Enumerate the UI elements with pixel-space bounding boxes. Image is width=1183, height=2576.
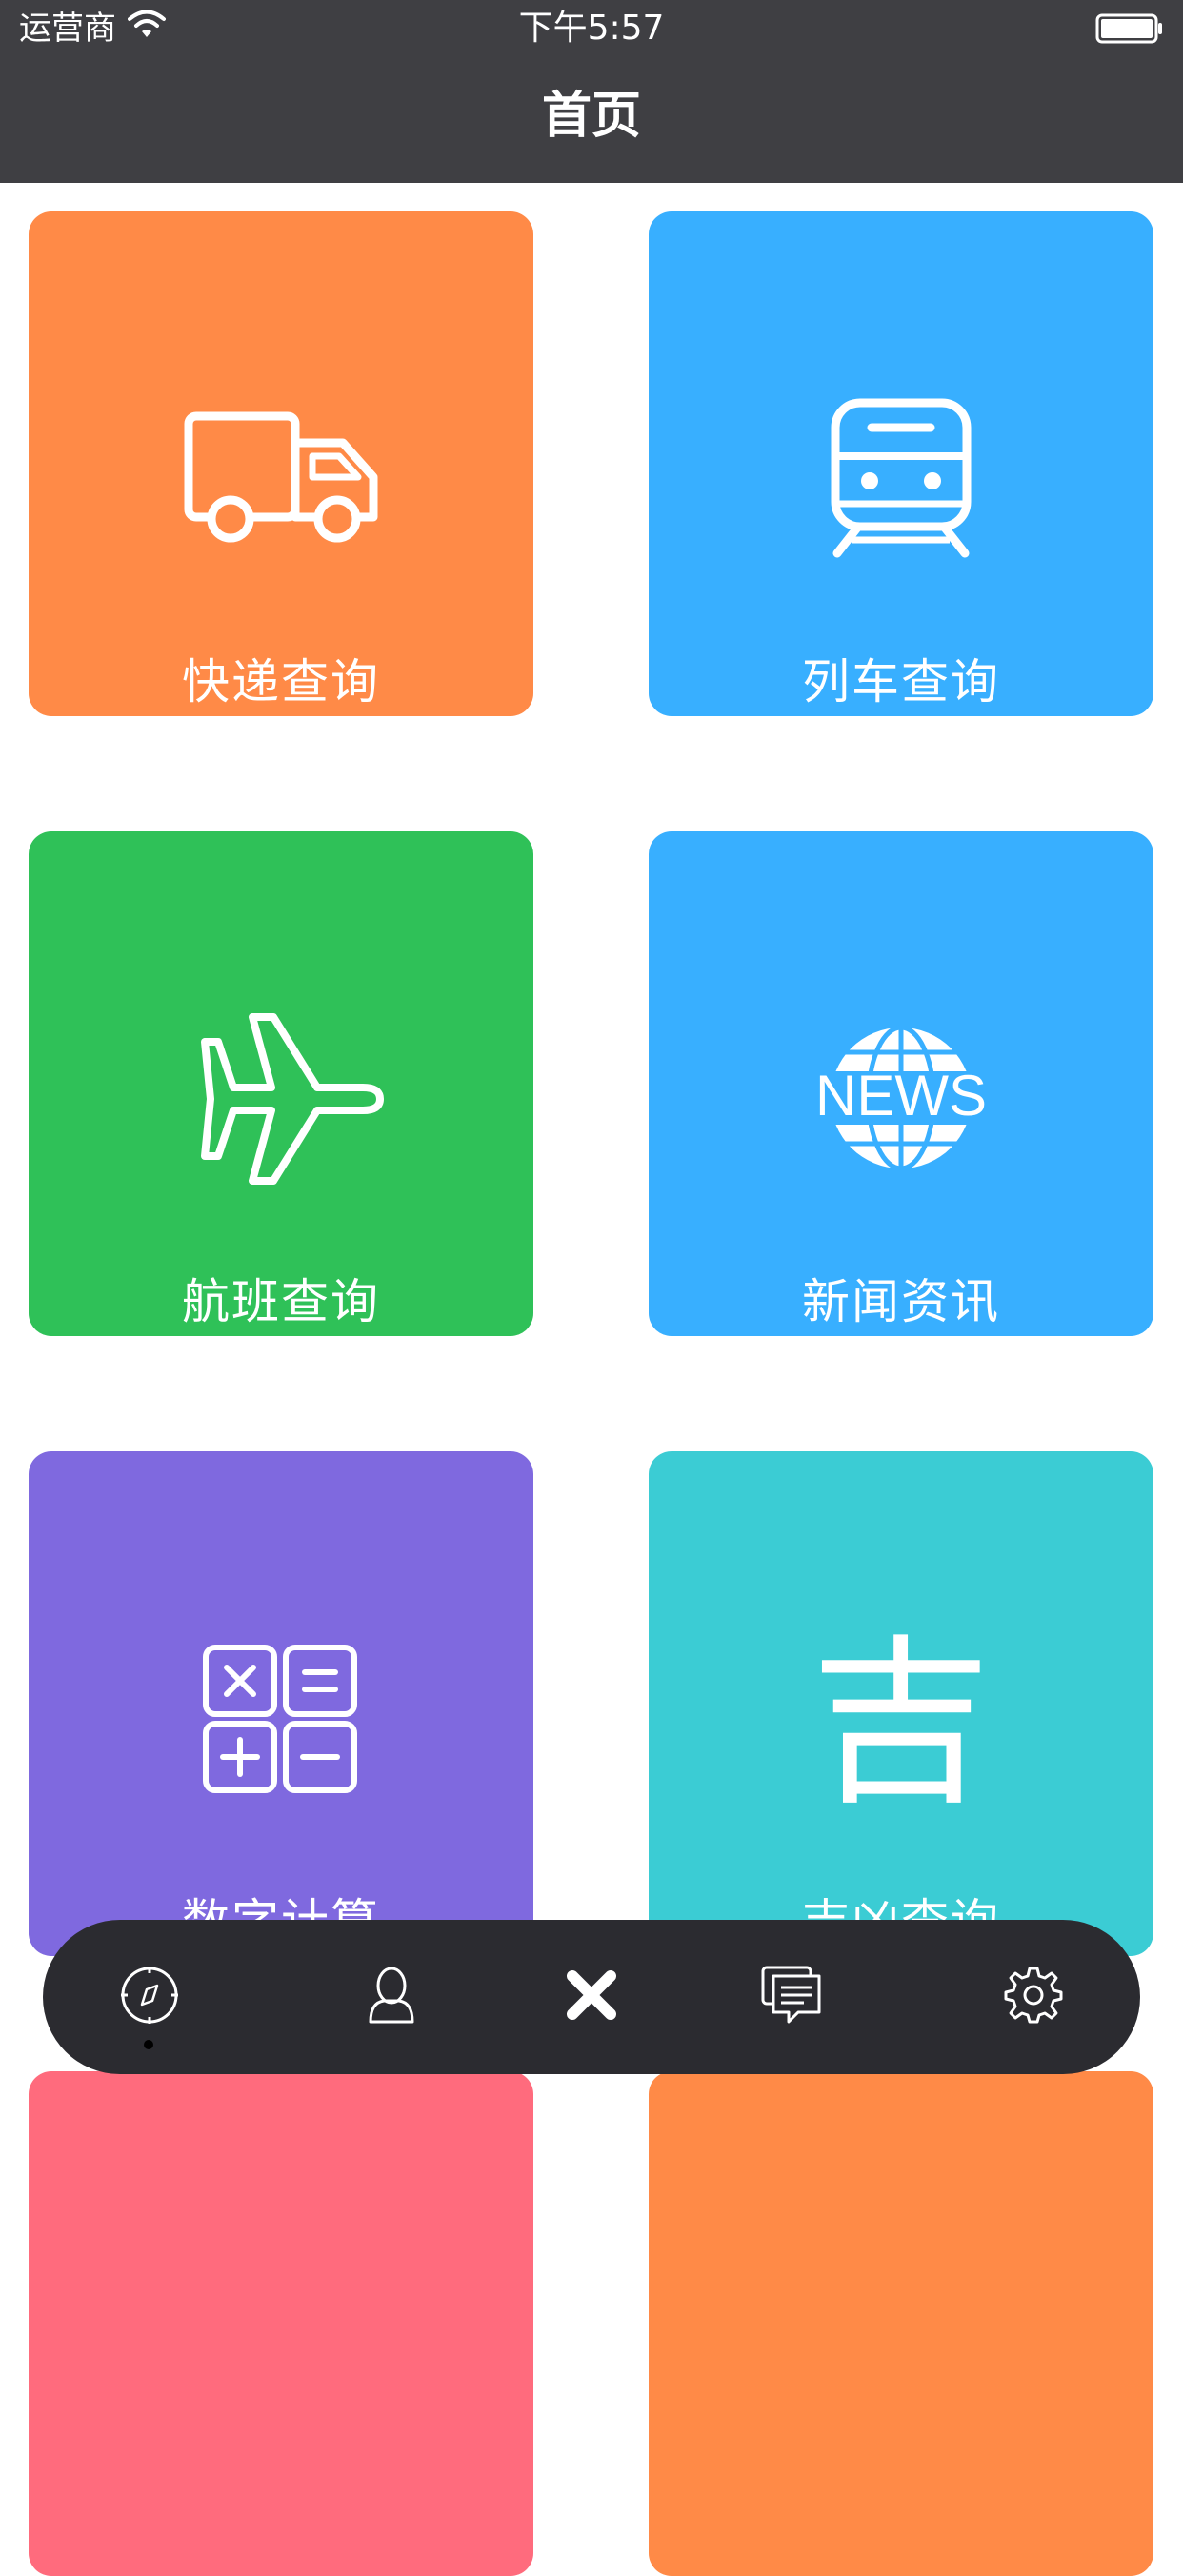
close-icon — [565, 1968, 618, 2026]
tile-news[interactable]: NEWS 新闻资讯 — [649, 831, 1153, 1336]
ji-icon-text: 吉 — [815, 1632, 987, 1804]
train-icon — [649, 383, 1153, 573]
truck-icon — [29, 383, 533, 573]
tab-profile[interactable] — [325, 1920, 458, 2074]
tab-messages[interactable] — [725, 1920, 858, 2074]
battery-icon — [1095, 13, 1164, 48]
gear-icon — [1003, 1965, 1064, 2029]
compass-icon — [119, 1965, 180, 2029]
feature-grid: 快递查询 列车查询 航班查询 NEWS 新闻资讯 吉 — [0, 183, 1183, 2576]
ji-character-icon: 吉 — [649, 1623, 1153, 1813]
status-time: 下午5:57 — [518, 9, 665, 48]
tile-label: 航班查询 — [182, 1274, 380, 1329]
news-globe-icon: NEWS — [649, 1003, 1153, 1193]
tab-bar — [43, 1920, 1140, 2074]
tile-train-query[interactable]: 列车查询 — [649, 211, 1153, 716]
airplane-icon — [29, 1003, 533, 1193]
tile-label: 快递查询 — [182, 654, 380, 709]
tile-fortune-query[interactable]: 吉 吉凶查询 — [649, 1451, 1153, 1956]
tile-express-query[interactable]: 快递查询 — [29, 211, 533, 716]
tab-discover[interactable] — [83, 1920, 216, 2074]
status-bar: 运营商 下午5:57 — [0, 0, 1183, 57]
page-title: 首页 — [541, 88, 641, 145]
tile-number-calc[interactable]: 数字计算 — [29, 1451, 533, 1956]
tile-partial-pink[interactable] — [29, 2071, 533, 2576]
person-icon — [365, 1965, 418, 2029]
tab-settings[interactable] — [967, 1920, 1100, 2074]
tile-partial-orange[interactable] — [649, 2071, 1153, 2576]
selected-indicator — [144, 2040, 153, 2049]
tile-flight-query[interactable]: 航班查询 — [29, 831, 533, 1336]
news-icon-text: NEWS — [815, 1064, 987, 1128]
tile-label: 列车查询 — [802, 654, 1000, 709]
tile-label: 新闻资讯 — [802, 1274, 1000, 1329]
tab-close[interactable] — [525, 1920, 658, 2074]
chat-icon — [760, 1965, 823, 2029]
calculator-icon — [29, 1623, 533, 1813]
navigation-bar: 首页 — [0, 57, 1183, 183]
